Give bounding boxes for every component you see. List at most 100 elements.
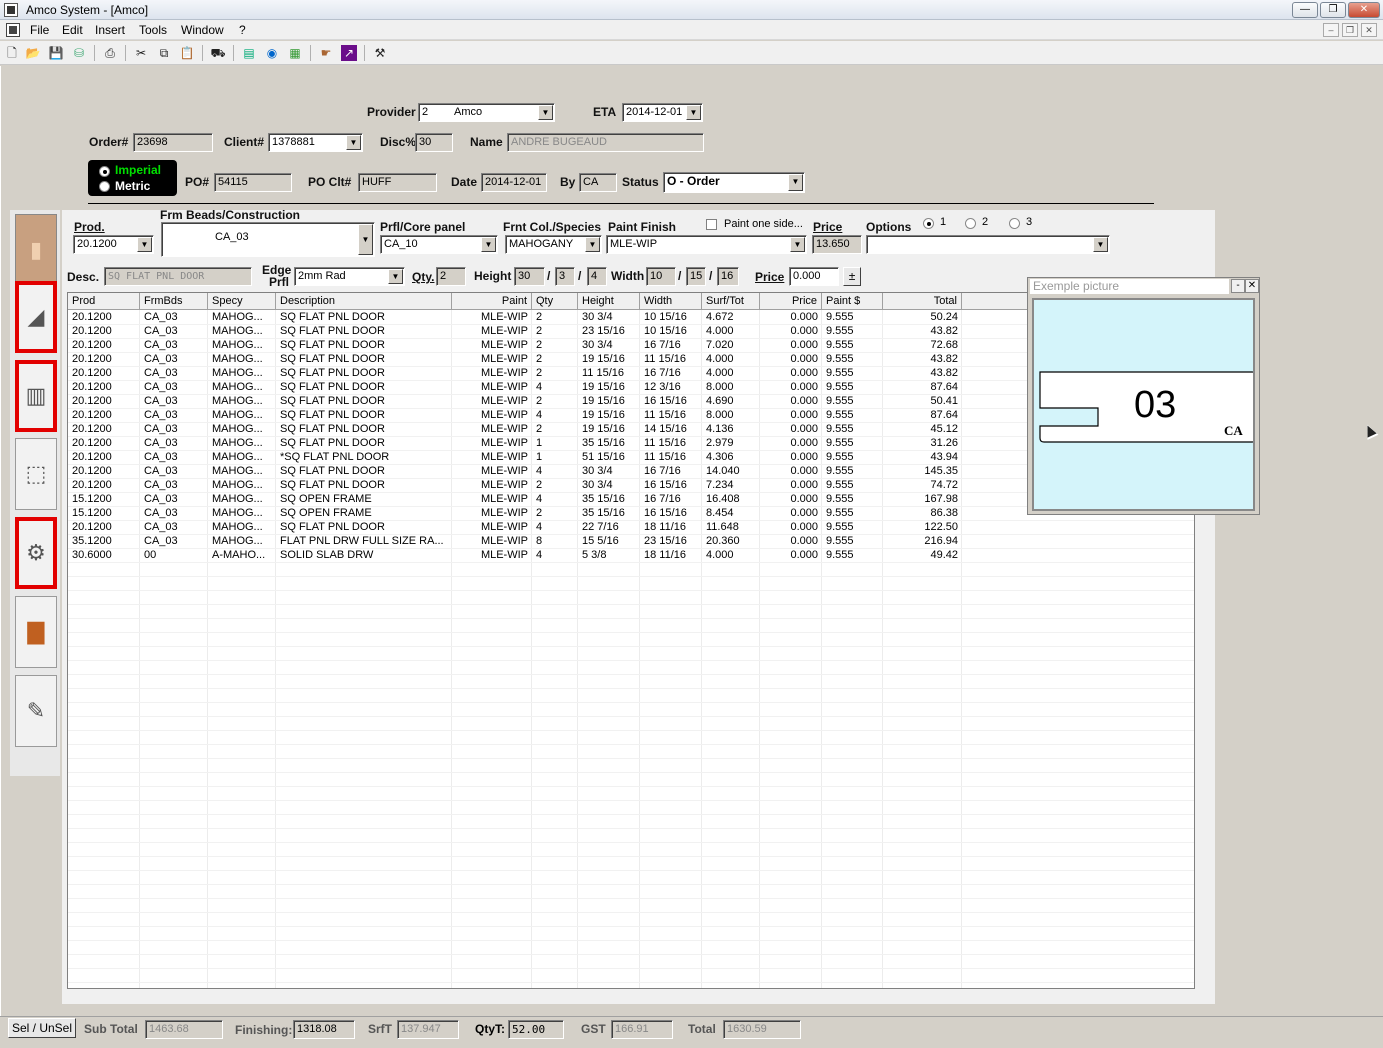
- pencil-tool-button[interactable]: ✎: [15, 675, 57, 747]
- maximize-button[interactable]: ❐: [1320, 2, 1346, 18]
- close-button[interactable]: ✕: [1348, 2, 1380, 18]
- option-radio-2[interactable]: [965, 218, 976, 229]
- table-row[interactable]: 20.1200 CA_03 MAHOG... SQ FLAT PNL DOOR MLE-…: [68, 409, 1194, 423]
- name-field[interactable]: ANDRE BUGEAUD: [507, 133, 704, 152]
- width-den-field[interactable]: 16: [717, 267, 739, 286]
- client-dropdown[interactable]: 1378881 ▼: [268, 133, 363, 152]
- po-client-field[interactable]: HUFF: [358, 173, 437, 192]
- menu-help[interactable]: ?: [239, 23, 246, 37]
- date-field[interactable]: 2014-12-01: [481, 173, 547, 192]
- panel-sample-button[interactable]: ◢: [15, 281, 57, 353]
- globe-icon[interactable]: ◉: [264, 45, 280, 61]
- save-icon[interactable]: 💾: [48, 45, 64, 61]
- table-row[interactable]: 20.1200 CA_03 MAHOG... SQ FLAT PNL DOOR MLE-…: [68, 325, 1194, 339]
- tools-icon[interactable]: ⚒: [372, 45, 388, 61]
- desc-field[interactable]: SQ FLAT PNL DOOR: [104, 267, 252, 286]
- paint-dropdown[interactable]: MLE-WIP ▼: [606, 235, 807, 254]
- menu-insert[interactable]: Insert: [95, 23, 125, 37]
- option-label-3[interactable]: 3: [1026, 216, 1032, 228]
- by-field[interactable]: CA: [579, 173, 617, 192]
- mdi-minimize-button[interactable]: –: [1323, 23, 1339, 37]
- table-row[interactable]: 20.1200 CA_03 MAHOG... SQ FLAT PNL DOOR MLE-…: [68, 479, 1194, 493]
- column-header-specy[interactable]: Specy: [208, 293, 276, 310]
- calculator-icon[interactable]: ▦: [287, 45, 303, 61]
- table-row[interactable]: 35.1200 CA_03 MAHOG... FLAT PNL DRW FULL SI…: [68, 535, 1194, 549]
- plus-minus-button[interactable]: ±: [843, 267, 861, 286]
- paste-icon[interactable]: 📋: [179, 45, 195, 61]
- cut-icon[interactable]: ✂: [133, 45, 149, 61]
- imperial-label[interactable]: Imperial: [115, 163, 161, 177]
- width-num-field[interactable]: 15: [686, 267, 706, 286]
- hinge-button[interactable]: ⚙: [15, 517, 57, 589]
- column-header-frmbds[interactable]: FrmBds: [140, 293, 208, 310]
- column-header-total[interactable]: Total: [883, 293, 962, 310]
- mdi-restore-button[interactable]: ❐: [1342, 23, 1358, 37]
- column-header-paint-cost[interactable]: Paint $: [822, 293, 883, 310]
- report-icon[interactable]: ▤: [241, 45, 257, 61]
- table-row[interactable]: 20.1200 CA_03 MAHOG... SQ FLAT PNL DOOR MLE-…: [68, 437, 1194, 451]
- mdi-close-button[interactable]: ✕: [1361, 23, 1377, 37]
- table-row[interactable]: 20.1200 CA_03 MAHOG... SQ FLAT PNL DOOR MLE-…: [68, 423, 1194, 437]
- table-row[interactable]: 20.1200 CA_03 MAHOG... SQ FLAT PNL DOOR MLE-…: [68, 311, 1194, 325]
- menu-tools[interactable]: Tools: [139, 23, 167, 37]
- table-row[interactable]: 30.6000 00 A-MAHO... SOLID SLAB DRW MLE-WIP 4…: [68, 549, 1194, 563]
- table-row[interactable]: 20.1200 CA_03 MAHOG... SQ FLAT PNL DOOR MLE-…: [68, 521, 1194, 535]
- menu-edit[interactable]: Edit: [62, 23, 83, 37]
- print-icon[interactable]: ⎙: [102, 45, 118, 61]
- database-icon[interactable]: ⛁: [71, 45, 87, 61]
- column-header-width[interactable]: Width: [640, 293, 702, 310]
- document-icon[interactable]: [6, 23, 20, 37]
- table-row[interactable]: 20.1200 CA_03 MAHOG... SQ FLAT PNL DOOR MLE-…: [68, 367, 1194, 381]
- order-lines-grid[interactable]: Prod FrmBds Specy Description Paint Qty Height…: [67, 292, 1195, 989]
- open-icon[interactable]: 📂: [25, 45, 41, 61]
- option-radio-3[interactable]: [1009, 218, 1020, 229]
- door-sample-button[interactable]: ▮: [15, 214, 57, 286]
- edge-dropdown[interactable]: 2mm Rad ▼: [294, 267, 405, 286]
- column-header-qty[interactable]: Qty: [532, 293, 578, 310]
- paint-one-side-checkbox[interactable]: [706, 219, 717, 230]
- po-field[interactable]: 54115: [214, 173, 292, 192]
- frnt-dropdown[interactable]: MAHOGANY ▼: [505, 235, 602, 254]
- picture-minimize-button[interactable]: -: [1231, 279, 1245, 293]
- price-field[interactable]: 13.650: [812, 235, 862, 254]
- new-icon[interactable]: 🗋: [4, 45, 20, 61]
- option-radio-1[interactable]: [923, 218, 934, 229]
- picture-close-button[interactable]: ✕: [1245, 279, 1259, 293]
- column-header-surf-tot[interactable]: Surf/Tot: [702, 293, 760, 310]
- table-row[interactable]: 20.1200 CA_03 MAHOG... *SQ FLAT PNL DOOR MLE…: [68, 451, 1194, 465]
- table-row[interactable]: 15.1200 CA_03 MAHOG... SQ OPEN FRAME MLE-WIP…: [68, 493, 1194, 507]
- column-header-prod[interactable]: Prod: [68, 293, 140, 310]
- chart-icon[interactable]: ↗: [341, 45, 357, 61]
- width-whole-field[interactable]: 10: [646, 267, 676, 286]
- provider-dropdown[interactable]: 2 Amco ▼: [418, 103, 555, 122]
- table-row[interactable]: 20.1200 CA_03 MAHOG... SQ FLAT PNL DOOR MLE-…: [68, 353, 1194, 367]
- table-row[interactable]: 20.1200 CA_03 MAHOG... SQ FLAT PNL DOOR MLE-…: [68, 381, 1194, 395]
- prfl-dropdown[interactable]: CA_10 ▼: [380, 235, 498, 254]
- metric-label[interactable]: Metric: [115, 179, 150, 193]
- column-header-paint[interactable]: Paint: [452, 293, 532, 310]
- shelf-sample-button[interactable]: ▥: [15, 360, 57, 432]
- table-row[interactable]: 20.1200 CA_03 MAHOG... SQ FLAT PNL DOOR MLE-…: [68, 339, 1194, 353]
- options-dropdown[interactable]: ▼: [866, 235, 1110, 254]
- height-whole-field[interactable]: 30: [514, 267, 545, 286]
- menu-file[interactable]: File: [30, 23, 49, 37]
- finishing-field[interactable]: 1318.08: [293, 1020, 355, 1039]
- column-header-height[interactable]: Height: [578, 293, 640, 310]
- column-header-price[interactable]: Price: [760, 293, 822, 310]
- menu-window[interactable]: Window: [181, 23, 224, 37]
- table-row[interactable]: 20.1200 CA_03 MAHOG... SQ FLAT PNL DOOR MLE-…: [68, 395, 1194, 409]
- prod-dropdown[interactable]: 20.1200 ▼: [73, 235, 154, 254]
- hand-icon[interactable]: ☛: [318, 45, 334, 61]
- copy-icon[interactable]: ⧉: [156, 45, 172, 61]
- eta-dropdown[interactable]: 2014-12-01 ▼: [622, 103, 703, 122]
- truck-icon[interactable]: ⛟: [210, 45, 226, 61]
- qty-field[interactable]: 2: [436, 267, 466, 286]
- select-unselect-button[interactable]: Sel / UnSel: [8, 1018, 76, 1038]
- metric-radio[interactable]: [99, 181, 110, 192]
- status-dropdown[interactable]: O - Order ▼: [663, 172, 805, 193]
- disc-field[interactable]: 30: [415, 133, 453, 152]
- frm-dropdown[interactable]: CA_03 ▼: [161, 222, 375, 257]
- option-label-2[interactable]: 2: [982, 216, 988, 228]
- order-field[interactable]: 23698: [133, 133, 213, 152]
- table-row[interactable]: 15.1200 CA_03 MAHOG... SQ OPEN FRAME MLE-WIP…: [68, 507, 1194, 521]
